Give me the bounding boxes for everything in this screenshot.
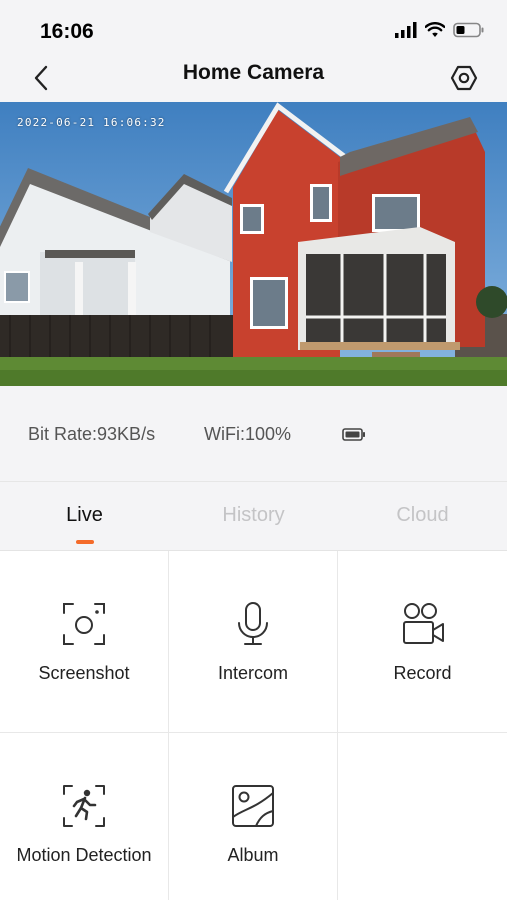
album-label: Album <box>227 845 279 865</box>
tab-live[interactable]: Live <box>0 504 169 527</box>
live-video-feed[interactable]: 2022-06-21 16:06:32 <box>0 102 507 386</box>
battery-icon <box>453 22 484 38</box>
empty-grid-cell <box>338 733 507 900</box>
camera-scene <box>0 102 507 386</box>
screenshot-label: Screenshot <box>38 663 130 683</box>
motion-detection-icon <box>63 785 105 827</box>
motion-detection-button[interactable]: Motion Detection <box>0 733 169 900</box>
tab-cloud[interactable]: Cloud <box>338 504 507 527</box>
nav-bar: Home Camera <box>0 54 507 102</box>
action-grid: Screenshot Intercom Record Motion Detect… <box>0 551 507 900</box>
page-title: Home Camera <box>182 61 325 84</box>
stream-info-bar: Bit Rate:93KB/s WiFi:100% <box>0 386 507 482</box>
bit-rate-label: Bit Rate:93KB/s <box>28 424 156 444</box>
wifi-strength-label: WiFi:100% <box>204 424 292 444</box>
settings-button[interactable] <box>449 60 479 96</box>
video-camera-icon <box>402 603 444 644</box>
motion-detection-label: Motion Detection <box>16 845 152 865</box>
status-icons <box>395 22 485 38</box>
screenshot-icon <box>63 603 105 645</box>
record-label: Record <box>393 663 452 683</box>
tab-bar: Live History Cloud <box>0 482 507 551</box>
intercom-button[interactable]: Intercom <box>169 551 338 733</box>
wifi-icon <box>425 22 445 37</box>
album-icon <box>232 785 274 827</box>
camera-battery-icon <box>342 428 365 441</box>
intercom-label: Intercom <box>217 663 289 683</box>
album-button[interactable]: Album <box>169 733 338 900</box>
status-time: 16:06 <box>40 20 94 43</box>
cellular-signal-icon <box>395 22 417 38</box>
screenshot-button[interactable]: Screenshot <box>0 551 169 733</box>
video-timestamp: 2022-06-21 16:06:32 <box>17 116 166 129</box>
active-tab-indicator <box>76 540 94 544</box>
status-bar: 16:06 <box>0 0 507 54</box>
record-button[interactable]: Record <box>338 551 507 733</box>
microphone-icon <box>238 602 268 645</box>
tab-history[interactable]: History <box>169 504 338 527</box>
hexagon-gear-icon <box>450 65 478 91</box>
